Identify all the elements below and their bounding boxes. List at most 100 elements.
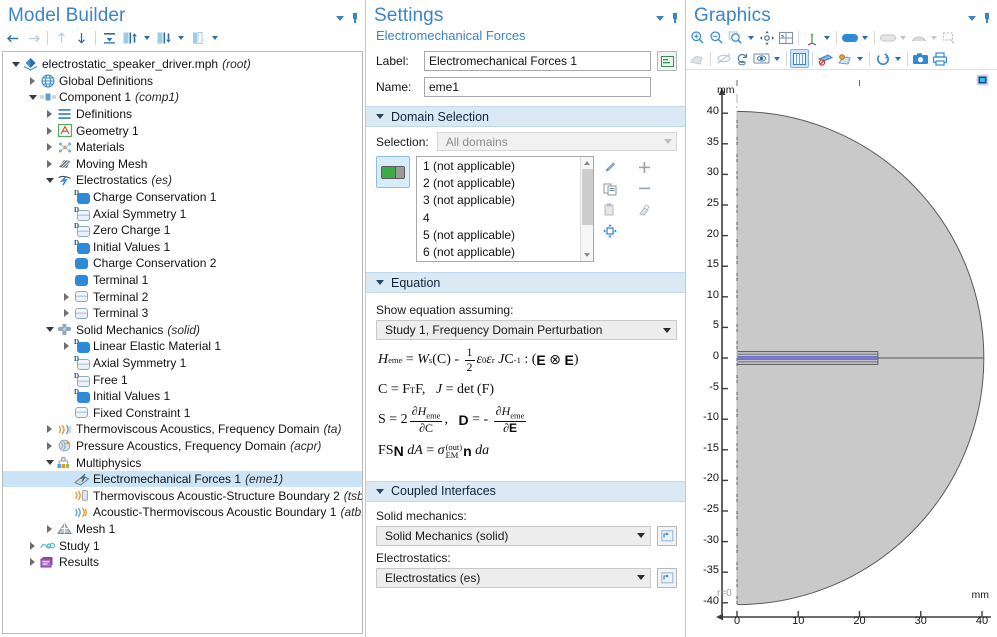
tree-item-definitions[interactable]: Definitions (3, 106, 362, 123)
settings-menu-icon[interactable] (656, 15, 664, 21)
tree-collapse-icon[interactable] (43, 322, 56, 338)
go-back-icon[interactable] (4, 29, 23, 48)
expand-tree-up-icon[interactable] (120, 29, 139, 48)
transparency-icon[interactable] (688, 49, 707, 68)
select-domains-dropdown-icon[interactable] (859, 28, 871, 47)
settings-pin-icon[interactable] (671, 13, 679, 23)
tree-expand-icon[interactable] (43, 421, 56, 437)
tree-item-axial-symmetry-1[interactable]: D Axial Symmetry 1 (3, 355, 362, 372)
tree-item-zero-charge-1[interactable]: D Zero Charge 1 (3, 222, 362, 239)
tree-item-fixed-constraint-1[interactable]: Fixed Constraint 1 (3, 404, 362, 421)
expand-tree-down-icon[interactable] (154, 29, 173, 48)
solid-mechanics-goto-icon[interactable] (657, 525, 677, 546)
graphics-corner-icon[interactable] (976, 74, 989, 89)
model-builder-menu-icon[interactable] (336, 15, 344, 21)
selection-combo[interactable]: All domains (436, 132, 677, 151)
tree-item-moving-mesh[interactable]: Moving Mesh (3, 156, 362, 173)
paste-selection-icon[interactable] (600, 200, 620, 219)
domain-list-scrollbar[interactable] (580, 157, 593, 261)
electrostatics-goto-icon[interactable] (657, 567, 677, 588)
tree-item-mesh-1[interactable]: Mesh 1 (3, 521, 362, 538)
coupled-interfaces-collapse-icon[interactable] (376, 488, 384, 494)
tree-expand-icon[interactable] (43, 139, 56, 155)
tree-item-results[interactable]: Results (3, 554, 362, 571)
scroll-down-icon[interactable] (584, 253, 590, 257)
print-icon[interactable] (930, 49, 949, 68)
tree-item-terminal-1[interactable]: Terminal 1 (3, 272, 362, 289)
tree-item-electromechanical-forces-1[interactable]: Electromechanical Forces 1 (eme1) (3, 470, 362, 488)
tree-expand-icon[interactable] (60, 338, 73, 354)
tree-expand-icon[interactable] (26, 538, 39, 554)
view-hidden-icon[interactable] (752, 49, 771, 68)
tree-item-multiphysics[interactable]: Multiphysics (3, 454, 362, 471)
select-boundaries-dropdown-icon[interactable] (897, 28, 909, 47)
study-select[interactable]: Study 1, Frequency Domain Perturbation (376, 320, 677, 340)
tree-item-charge-conservation-2[interactable]: Charge Conservation 2 (3, 255, 362, 272)
domain-list-item[interactable]: 5 (not applicable) (417, 226, 593, 243)
tree-item-initial-values-1[interactable]: D Initial Values 1 (3, 239, 362, 256)
tree-expand-icon[interactable] (26, 554, 39, 570)
tree-item-pressure-acoustics-frequency-domain[interactable]: Pressure Acoustics, Frequency Domain (acp… (3, 438, 362, 455)
select-edges-icon[interactable] (909, 28, 928, 47)
reset-hiding-icon[interactable] (733, 49, 752, 68)
coupled-interfaces-section-header[interactable]: Coupled Interfaces (366, 480, 685, 502)
tree-item-acoustic-thermoviscous-acoustic-boundary-1[interactable]: Acoustic-Thermoviscous Acoustic Boundary… (3, 504, 362, 521)
add-to-selection-icon[interactable] (634, 158, 654, 177)
zoom-to-extents-box-icon[interactable] (776, 28, 795, 47)
tree-item-electrostatics[interactable]: Electrostatics (es) (3, 172, 362, 189)
select-domains-icon[interactable] (840, 28, 859, 47)
tree-item-thermoviscous-acoustics-frequency-domain[interactable]: Thermoviscous Acoustics, Frequency Domai… (3, 421, 362, 438)
equation-section-header[interactable]: Equation (366, 272, 685, 293)
refresh-dropdown-icon[interactable] (892, 49, 904, 68)
clear-plot-icon[interactable] (816, 49, 835, 68)
solid-mechanics-select[interactable]: Solid Mechanics (solid) (376, 525, 651, 546)
tree-collapse-icon[interactable] (26, 89, 39, 105)
scroll-up-icon[interactable] (584, 161, 590, 165)
show-grid-icon[interactable] (790, 49, 809, 68)
tree-collapse-icon[interactable] (43, 172, 56, 188)
model-builder-pin-icon[interactable] (351, 13, 359, 23)
scrollbar-thumb[interactable] (582, 169, 593, 225)
equation-collapse-icon[interactable] (376, 280, 384, 285)
remove-from-selection-icon[interactable] (634, 179, 654, 198)
zoom-in-icon[interactable] (688, 28, 707, 47)
domain-list-item[interactable]: 2 (not applicable) (417, 174, 593, 191)
label-input[interactable] (424, 51, 651, 71)
active-selection-icon[interactable] (600, 158, 620, 177)
tree-item-terminal-2[interactable]: Terminal 2 (3, 288, 362, 305)
domain-list-item[interactable]: 1 (not applicable) (417, 157, 593, 174)
tree-expand-icon[interactable] (60, 305, 73, 321)
tree-item-initial-values-1[interactable]: D Initial Values 1 (3, 388, 362, 405)
refresh-icon[interactable] (873, 49, 892, 68)
zoom-dropdown-icon[interactable] (745, 28, 757, 47)
zoom-out-icon[interactable] (707, 28, 726, 47)
hide-selection-icon[interactable] (714, 49, 733, 68)
tree-expand-icon[interactable] (60, 289, 73, 305)
move-down-icon[interactable] (72, 29, 91, 48)
scene-light-icon[interactable] (835, 49, 854, 68)
panel-layout-dropdown-icon[interactable] (208, 29, 221, 48)
tree-item-electrostatic-speaker-driver-mph[interactable]: electrostatic_speaker_driver.mph (root) (3, 56, 362, 73)
scene-light-dropdown-icon[interactable] (854, 49, 866, 68)
tree-expand-icon[interactable] (43, 438, 56, 454)
panel-layout-icon[interactable] (188, 29, 207, 48)
expand-tree-down-dropdown-icon[interactable] (174, 29, 187, 48)
electrostatics-select[interactable]: Electrostatics (es) (376, 567, 651, 588)
tree-expand-icon[interactable] (43, 106, 56, 122)
graphics-pin-icon[interactable] (983, 13, 991, 23)
view-hidden-dropdown-icon[interactable] (771, 49, 783, 68)
domain-list-item[interactable]: 3 (not applicable) (417, 191, 593, 208)
select-edges-dropdown-icon[interactable] (928, 28, 940, 47)
active-selection-toggle[interactable] (376, 156, 410, 188)
tree-item-global-definitions[interactable]: Global Definitions (3, 73, 362, 90)
graphics-plot-area[interactable]: 40 35 30 25 20 15 10 5 0 -5 -10 -15 -20 -25 -30 -35 -40 0… (686, 69, 997, 637)
axis-dropdown-icon[interactable] (821, 28, 833, 47)
name-input[interactable] (424, 77, 651, 97)
graphics-menu-icon[interactable] (968, 15, 976, 21)
copy-selection-icon[interactable] (600, 179, 620, 198)
geometry-plot[interactable] (686, 70, 997, 637)
tree-item-linear-elastic-material-1[interactable]: D Linear Elastic Material 1 (3, 338, 362, 355)
expand-tree-up-dropdown-icon[interactable] (140, 29, 153, 48)
model-tree-container[interactable]: electrostatic_speaker_driver.mph (root) Gl… (2, 51, 363, 634)
tree-item-study-1[interactable]: Study 1 (3, 537, 362, 554)
